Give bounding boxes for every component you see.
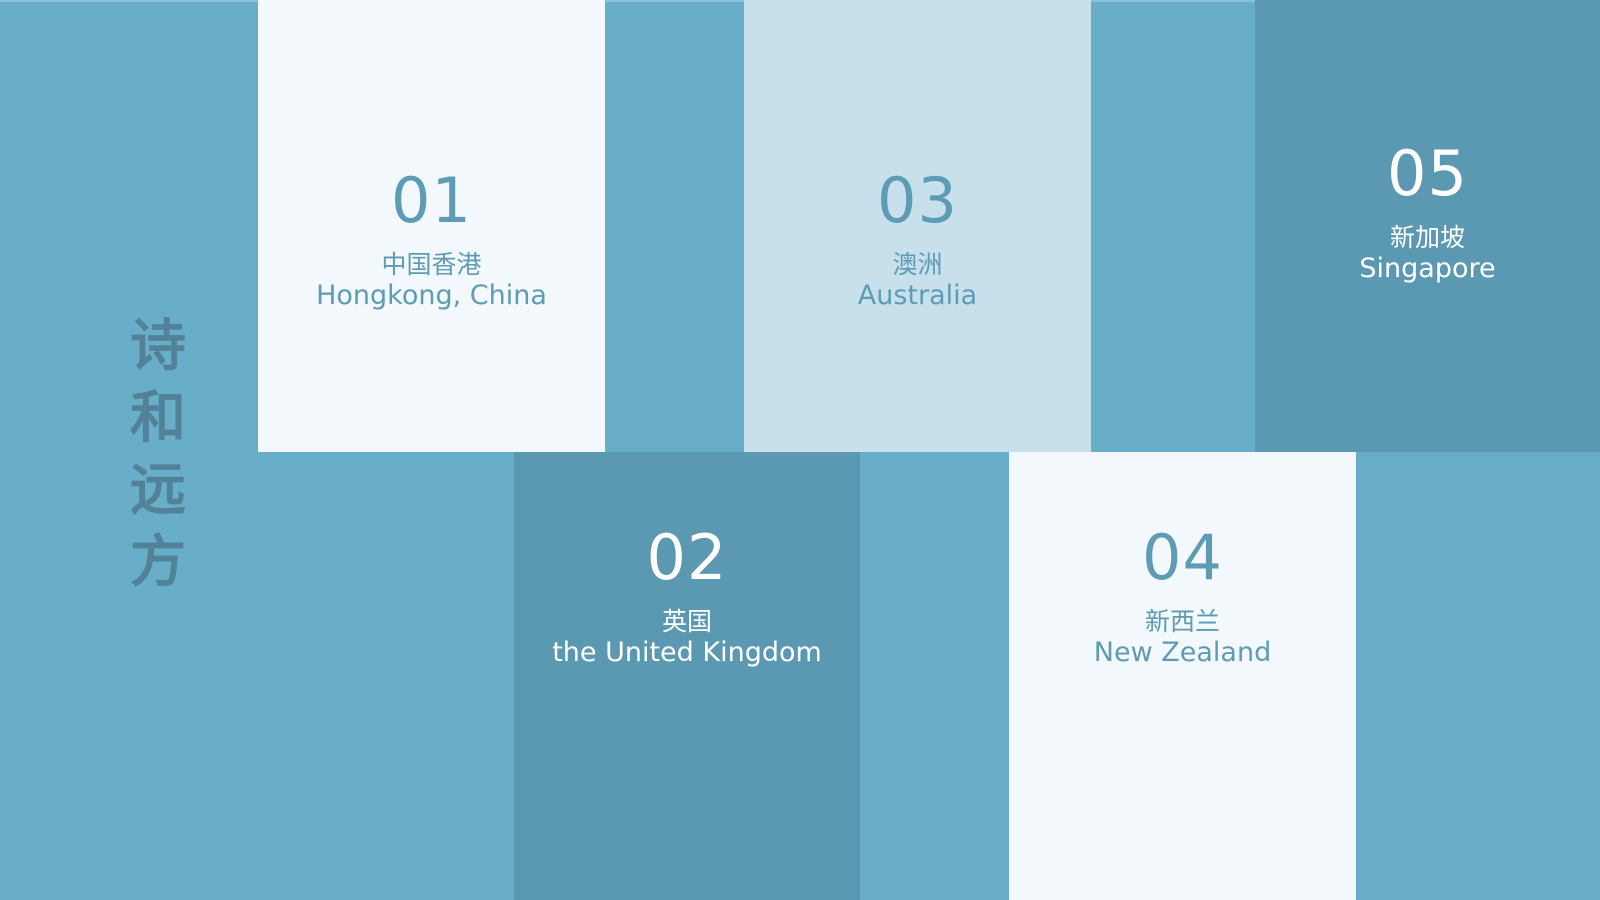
card-chinese-name: 中国香港 (381, 249, 482, 279)
card-english-name: Singapore (1359, 252, 1496, 284)
card-english-name: the United Kingdom (552, 637, 822, 668)
card-chinese-name: 英国 (661, 607, 712, 636)
card-english-name: New Zealand (1093, 637, 1272, 668)
card-number: 02 (646, 521, 728, 594)
card-number: 05 (1387, 136, 1468, 210)
card-number: 01 (391, 163, 472, 237)
vertical-title: 诗 和 远 方 (128, 310, 188, 598)
destination-card-singapore[interactable]: 05 新加坡 Singapore (1255, 0, 1600, 452)
card-number: 04 (1142, 521, 1223, 594)
card-english-name: Hongkong, China (316, 279, 547, 311)
card-english-name: Australia (857, 279, 978, 311)
title-char: 和 (130, 385, 186, 451)
destination-card-australia[interactable]: 03 澳洲 Australia (744, 0, 1091, 452)
destination-card-uk[interactable]: 02 英国 the United Kingdom (514, 452, 860, 900)
title-char: 方 (130, 529, 186, 595)
title-char: 远 (130, 457, 186, 523)
title-char: 诗 (130, 313, 186, 379)
card-chinese-name: 澳洲 (892, 249, 943, 279)
destination-card-new-zealand[interactable]: 04 新西兰 New Zealand (1009, 452, 1356, 900)
card-chinese-name: 新西兰 (1144, 607, 1220, 636)
destination-card-hongkong[interactable]: 01 中国香港 Hongkong, China (258, 0, 605, 452)
card-number: 03 (877, 163, 958, 237)
card-chinese-name: 新加坡 (1389, 222, 1465, 252)
